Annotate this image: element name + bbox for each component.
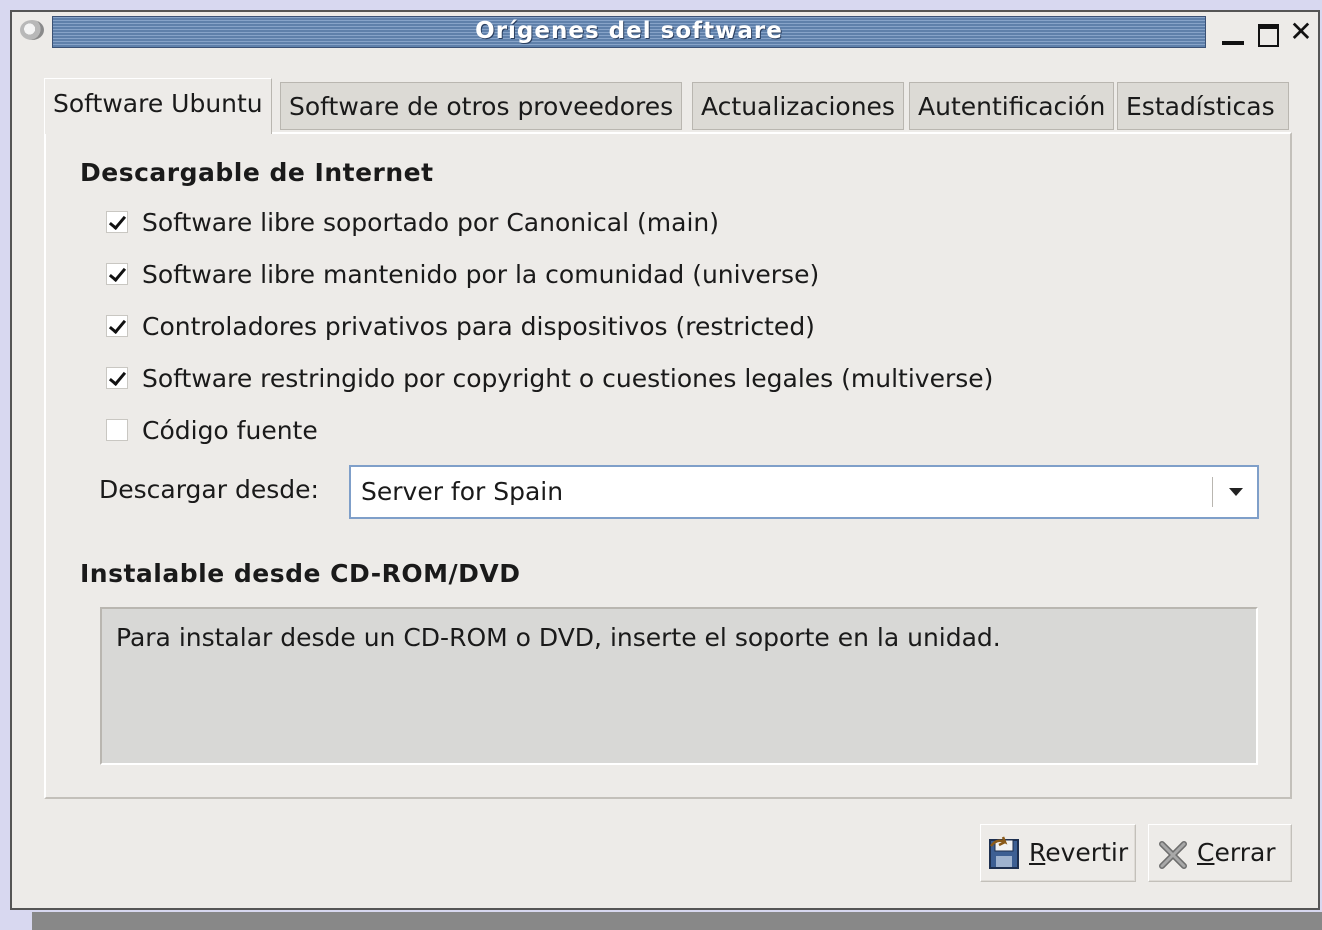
tab-updates[interactable]: Actualizaciones [692, 82, 904, 130]
window-title: Orígenes del software [52, 16, 1206, 48]
close-label-rest: errar [1214, 838, 1276, 867]
window-shadow [32, 912, 1322, 930]
chevron-down-icon[interactable] [1229, 488, 1243, 496]
section-title-internet: Descargable de Internet [80, 158, 434, 187]
close-mnemonic: C [1197, 838, 1215, 867]
checkmark-icon[interactable] [106, 211, 128, 233]
revert-label: Revertir [1029, 825, 1128, 881]
close-label: Cerrar [1197, 825, 1276, 881]
cancel-icon [1159, 841, 1187, 869]
selected-server: Server for Spain [361, 477, 564, 506]
checkmark-icon[interactable] [106, 263, 128, 285]
dialog-window: Orígenes del software ✕ Software Ubuntu … [10, 10, 1320, 910]
option-label: Controladores privativos para dispositiv… [142, 312, 815, 341]
download-from-label: Descargar desde: [99, 475, 319, 504]
minimize-icon[interactable] [1220, 18, 1246, 46]
revert-mnemonic: R [1029, 838, 1046, 867]
close-icon[interactable]: ✕ [1288, 18, 1314, 46]
option-label: Software restringido por copyright o cue… [142, 364, 994, 393]
maximize-icon[interactable] [1256, 18, 1282, 47]
cdrom-info-box: Para instalar desde un CD-ROM o DVD, ins… [100, 607, 1258, 765]
tab-other-software[interactable]: Software de otros proveedores [280, 82, 683, 130]
app-icon[interactable] [20, 20, 44, 40]
checkbox-empty[interactable] [106, 419, 128, 441]
revert-button[interactable]: Revertir [980, 824, 1136, 882]
revert-icon [989, 836, 1019, 869]
tab-statistics[interactable]: Estadísticas [1117, 82, 1289, 130]
title-bar[interactable]: Orígenes del software ✕ [12, 12, 1318, 52]
cdrom-message: Para instalar desde un CD-ROM o DVD, ins… [116, 623, 1001, 652]
revert-label-rest: evertir [1045, 838, 1129, 867]
download-server-select[interactable]: Server for Spain [349, 465, 1259, 519]
combo-divider [1212, 477, 1213, 507]
checkmark-icon[interactable] [106, 367, 128, 389]
checkmark-icon[interactable] [106, 315, 128, 337]
option-label: Software libre soportado por Canonical (… [142, 208, 719, 237]
section-title-cdrom: Instalable desde CD-ROM/DVD [80, 559, 521, 588]
tab-authentication[interactable]: Autentificación [909, 82, 1115, 130]
tab-software-ubuntu[interactable]: Software Ubuntu [44, 78, 272, 134]
close-button[interactable]: Cerrar [1148, 824, 1292, 882]
option-label: Software libre mantenido por la comunida… [142, 260, 820, 289]
option-label: Código fuente [142, 416, 318, 445]
